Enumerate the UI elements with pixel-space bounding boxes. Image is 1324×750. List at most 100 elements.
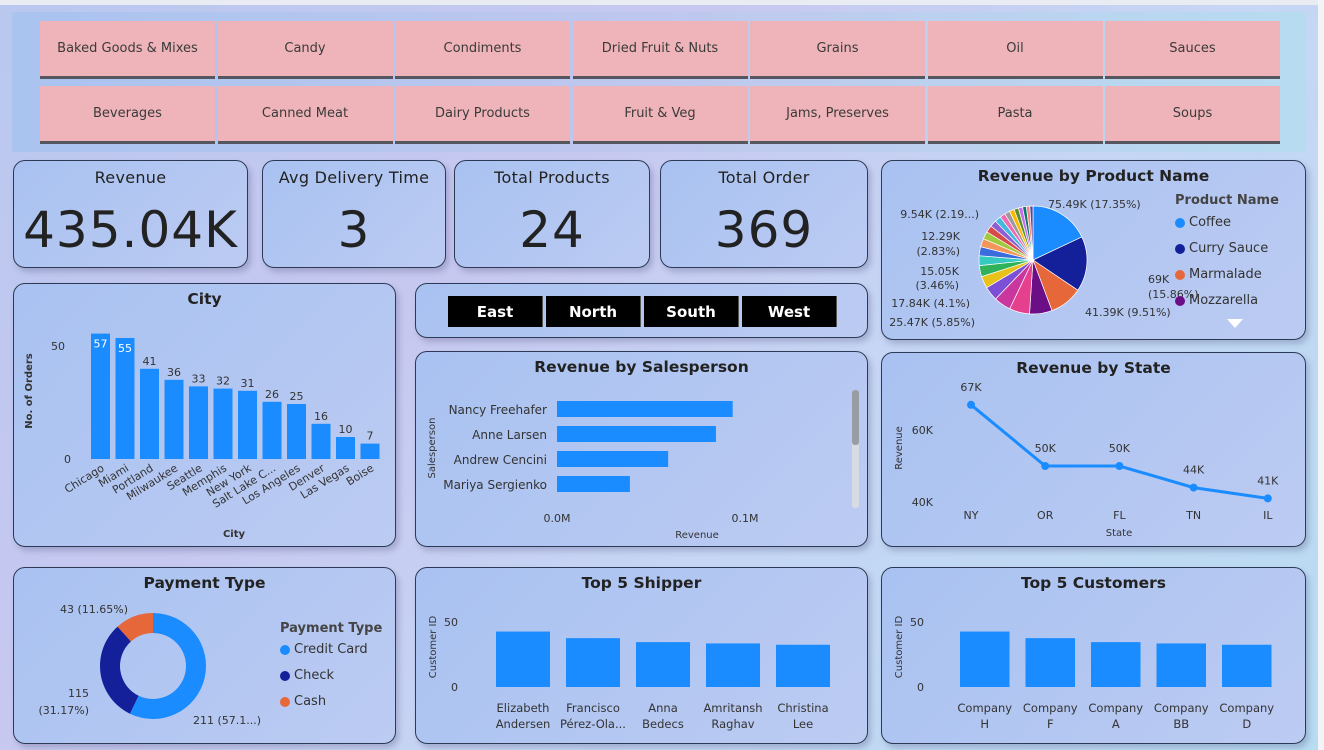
kpi-title: Total Order — [718, 168, 810, 187]
bar[interactable] — [189, 386, 208, 459]
customers-chart-card: Top 5 Customers Customer ID 50 0 Company H Co… — [881, 567, 1306, 744]
legend-label: Credit Card — [294, 642, 368, 657]
customers-bar-chart[interactable]: Customer ID 50 0 Company H Company F Company A Co… — [882, 568, 1307, 745]
bar[interactable] — [287, 404, 306, 459]
region-slicer: East North South West — [415, 283, 868, 338]
region-button[interactable]: South — [644, 296, 739, 327]
bar[interactable] — [1091, 642, 1141, 687]
x-tick-label: Pérez-Ola... — [560, 717, 626, 731]
shipper-chart-card: Top 5 Shipper Customer ID 50 0 Elizabeth And… — [415, 567, 868, 744]
bar[interactable] — [776, 644, 830, 687]
salesperson-bar-chart[interactable]: Salesperson Nancy Freehafer Anne Larsen And… — [416, 352, 869, 548]
bar[interactable] — [164, 379, 184, 459]
data-label: 41K — [1257, 474, 1279, 487]
state-line-chart[interactable]: Revenue 60K 40K 67K NY 50K OR 50K FL 44K TN 41K IL St… — [882, 353, 1307, 548]
bar[interactable] — [336, 437, 355, 459]
bar[interactable] — [1156, 643, 1207, 687]
data-label: 7 — [367, 430, 374, 443]
data-point[interactable] — [1115, 462, 1124, 470]
x-tick-label: NY — [964, 509, 979, 522]
scrollbar-track[interactable] — [852, 390, 859, 508]
bar[interactable] — [91, 333, 110, 459]
bar[interactable] — [115, 338, 135, 459]
y-tick-label: 0 — [64, 453, 71, 466]
legend-item[interactable]: Coffee — [1175, 215, 1231, 230]
kpi-title: Total Products — [494, 168, 610, 187]
data-label: 31 — [241, 377, 255, 390]
x-tick-label: F — [1047, 717, 1054, 731]
data-label: 16 — [314, 410, 328, 423]
bar[interactable] — [1222, 644, 1272, 687]
x-tick-label: FL — [1113, 509, 1126, 522]
kpi-title: Avg Delivery Time — [278, 168, 430, 187]
region-button[interactable]: East — [448, 296, 543, 327]
data-point[interactable] — [1041, 462, 1050, 470]
category-button[interactable]: Candy — [217, 21, 393, 79]
bar[interactable] — [262, 401, 282, 459]
total-products-card: Total Products 24 — [454, 160, 650, 268]
legend-item[interactable]: Curry Sauce — [1175, 241, 1268, 256]
category-button[interactable]: Fruit & Veg — [572, 86, 748, 144]
delivery-time-card: Avg Delivery Time 3 — [262, 160, 446, 268]
bar[interactable] — [557, 476, 630, 492]
category-button[interactable]: Jams, Preserves — [750, 86, 925, 144]
legend-scroll-down-icon[interactable] — [1227, 319, 1243, 328]
bar[interactable] — [496, 631, 550, 687]
data-label: 10 — [339, 423, 353, 436]
bar[interactable] — [636, 642, 690, 687]
scrollbar-thumb[interactable] — [852, 390, 859, 445]
category-button[interactable]: Soups — [1105, 86, 1280, 144]
category-button[interactable]: Dried Fruit & Nuts — [572, 21, 748, 79]
city-bar-chart[interactable]: No. of Orders50057Chicago55Miami41Portla… — [14, 284, 397, 548]
bar[interactable] — [360, 443, 380, 459]
category-button[interactable]: Sauces — [1105, 21, 1280, 79]
legend-item[interactable]: Credit Card — [280, 642, 368, 657]
data-label: 25 — [290, 390, 304, 403]
bar[interactable] — [557, 451, 669, 467]
category-button[interactable]: Baked Goods & Mixes — [40, 21, 215, 79]
bar[interactable] — [557, 401, 733, 417]
bar[interactable] — [557, 426, 716, 442]
category-button[interactable]: Grains — [750, 21, 925, 79]
shipper-bar-chart[interactable]: Customer ID 50 0 Elizabeth Andersen Francisco… — [416, 568, 869, 745]
data-point[interactable] — [967, 400, 975, 409]
slice-label: 12.29K — [921, 230, 960, 243]
data-label: 67K — [960, 381, 982, 394]
legend-item[interactable]: Marmalade — [1175, 267, 1262, 282]
payment-chart-card: Payment Type 211 (57.1...) 115 (31.17%) 43 … — [13, 567, 396, 744]
bar[interactable] — [311, 423, 331, 459]
x-axis-label: State — [1106, 528, 1132, 539]
data-label: 44K — [1183, 464, 1205, 477]
kpi-value: 24 — [519, 201, 585, 259]
legend-item[interactable]: Mozzarella — [1175, 293, 1258, 308]
category-button[interactable]: Canned Meat — [217, 86, 393, 144]
data-label: 57 — [94, 338, 108, 351]
bar[interactable] — [1025, 638, 1076, 687]
legend-item[interactable]: Cash — [280, 694, 326, 709]
region-button[interactable]: North — [546, 296, 641, 327]
category-button[interactable]: Oil — [927, 21, 1103, 79]
y-tick-label: 50 — [910, 616, 924, 629]
total-order-card: Total Order 369 — [660, 160, 868, 268]
bar[interactable] — [566, 638, 620, 687]
data-label: 36 — [167, 366, 181, 379]
y-axis-label: Salesperson — [427, 418, 438, 479]
bar[interactable] — [706, 643, 760, 687]
category-button[interactable]: Condiments — [395, 21, 570, 79]
data-point[interactable] — [1263, 494, 1272, 503]
bar[interactable] — [140, 368, 159, 459]
region-button[interactable]: West — [742, 296, 837, 327]
slice-label: 43 (11.65%) — [60, 603, 128, 616]
legend-item[interactable]: Check — [280, 668, 334, 683]
x-tick-label: TN — [1185, 509, 1201, 522]
x-tick-label: 0.1M — [732, 512, 759, 525]
category-button[interactable]: Pasta — [927, 86, 1103, 144]
data-point[interactable] — [1189, 483, 1198, 492]
bar[interactable] — [960, 631, 1010, 687]
window-scrollbar-strip[interactable] — [1318, 0, 1324, 750]
bar[interactable] — [213, 388, 233, 459]
bar[interactable] — [238, 390, 257, 459]
y-tick-label: Anne Larsen — [472, 428, 547, 442]
category-button[interactable]: Dairy Products — [395, 86, 570, 144]
category-button[interactable]: Beverages — [40, 86, 215, 144]
